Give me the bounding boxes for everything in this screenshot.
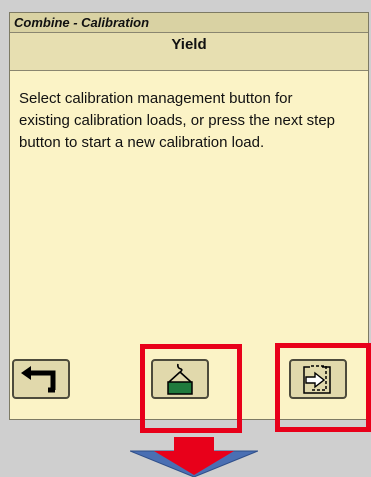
return-arrow-icon (21, 366, 56, 393)
down-arrow-icon (130, 437, 258, 477)
instruction-text: Select calibration management button for… (19, 90, 336, 151)
window-title: Combine - Calibration (14, 15, 150, 30)
highlight-box-management (140, 344, 242, 433)
highlight-box-next-step (275, 343, 371, 432)
title-bar: Combine - Calibration (10, 13, 368, 33)
subtitle-bar: Yield (10, 33, 368, 71)
back-button[interactable] (12, 359, 70, 399)
page-title: Yield (171, 36, 207, 53)
